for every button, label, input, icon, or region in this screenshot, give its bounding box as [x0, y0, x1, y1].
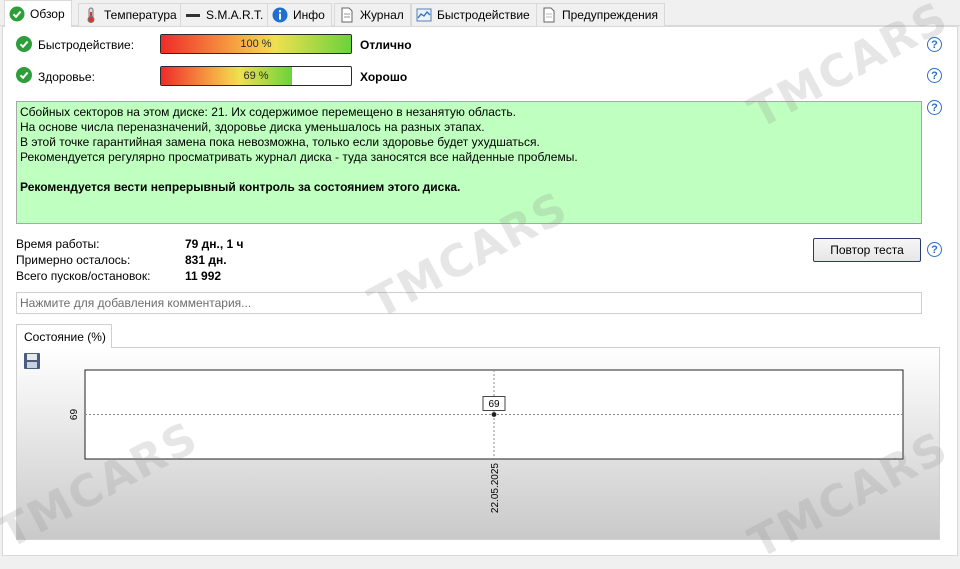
help-icon-performance[interactable]: ? [927, 37, 942, 52]
data-point [491, 412, 497, 417]
tab-label: Предупреждения [562, 8, 658, 22]
tab-bar: Обзор Температура S.M.A.R.T. Инфо Журнал… [0, 0, 960, 27]
data-label: 69 [488, 399, 500, 410]
tab-label: Температура [104, 8, 177, 22]
remaining-label: Примерно осталось: [16, 253, 131, 267]
status-message-box: Сбойных секторов на этом диске: 21. Их с… [16, 101, 922, 224]
performance-chart-icon [416, 7, 432, 23]
tab-smart[interactable]: S.M.A.R.T. [180, 3, 271, 26]
tab-temperature[interactable]: Температура [78, 3, 184, 26]
document-icon [339, 7, 355, 23]
green-check-icon [9, 6, 25, 22]
help-icon-message[interactable]: ? [927, 100, 942, 115]
performance-bar: 100 % [160, 34, 352, 54]
uptime-label: Время работы: [16, 237, 100, 251]
message-line: На основе числа переназначений, здоровье… [20, 120, 485, 134]
message-line: Сбойных секторов на этом диске: 21. Их с… [20, 105, 516, 119]
performance-percent: 100 % [240, 38, 272, 50]
uptime-value: 79 дн., 1 ч [185, 237, 244, 251]
help-icon-retest[interactable]: ? [927, 242, 942, 257]
info-icon [272, 7, 288, 23]
tab-label: S.M.A.R.T. [206, 8, 264, 22]
comment-input[interactable]: Нажмите для добавления комментария... [16, 292, 922, 314]
health-chart-area: 69 69 22.05.2025 [16, 347, 940, 540]
tab-label: Быстродействие [437, 8, 530, 22]
tab-label: Обзор [30, 7, 65, 21]
help-icon-health[interactable]: ? [927, 68, 942, 83]
starts-value: 11 992 [185, 269, 222, 283]
warnings-icon [541, 7, 557, 23]
x-tick-label: 22.05.2025 [490, 463, 501, 513]
health-verdict: Хорошо [360, 70, 408, 84]
health-percent: 69 % [243, 70, 269, 82]
tab-performance[interactable]: Быстродействие [411, 3, 537, 26]
message-line: Рекомендуется регулярно просматривать жу… [20, 150, 578, 164]
performance-ok-icon [16, 36, 32, 52]
health-label: Здоровье: [38, 70, 95, 84]
thermometer-icon [83, 7, 99, 23]
tab-health-chart[interactable]: Состояние (%) [16, 324, 112, 348]
retest-button[interactable]: Повтор теста [813, 238, 921, 262]
starts-label: Всего пусков/остановок: [16, 269, 151, 283]
tab-log[interactable]: Журнал [334, 3, 411, 26]
performance-label: Быстродействие: [38, 38, 135, 52]
performance-verdict: Отлично [360, 38, 412, 52]
tab-warnings[interactable]: Предупреждения [536, 3, 665, 26]
dash-icon [185, 7, 201, 23]
y-tick-label: 69 [69, 409, 80, 421]
tab-label: Инфо [293, 8, 325, 22]
tab-overview[interactable]: Обзор [4, 0, 72, 27]
health-bar: 69 % [160, 66, 352, 86]
tab-info[interactable]: Инфо [267, 3, 332, 26]
remaining-value: 831 дн. [185, 253, 227, 267]
message-recommendation: Рекомендуется вести непрерывный контроль… [20, 180, 461, 194]
tab-label: Журнал [360, 8, 404, 22]
health-chart-svg: 69 69 22.05.2025 [69, 369, 904, 513]
message-line: В этой точке гарантийная замена пока нев… [20, 135, 540, 149]
health-ok-icon [16, 67, 32, 83]
